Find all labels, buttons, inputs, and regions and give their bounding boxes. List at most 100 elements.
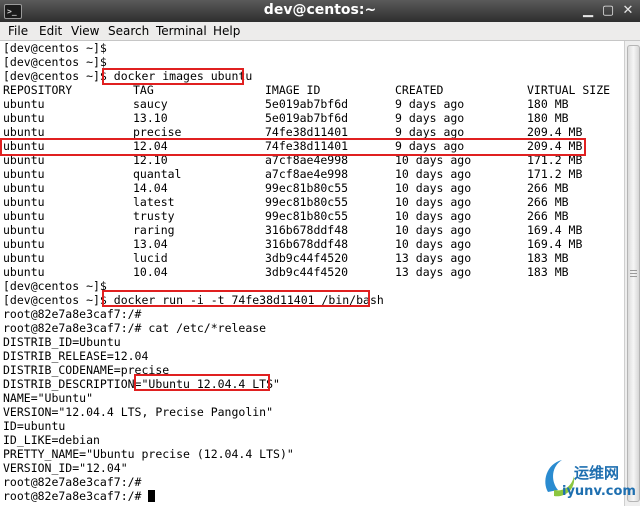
cell-tag: lucid [133, 251, 168, 265]
release-line: NAME="Ubuntu" [3, 391, 94, 405]
cell-created: 10 days ago [395, 181, 472, 195]
cell-image-id: 316b678ddf48 [265, 223, 349, 237]
cell-created: 13 days ago [395, 265, 472, 279]
cell-virtual-size: 180 MB [527, 111, 569, 125]
highlight-box-run-command [102, 290, 370, 307]
cell-repository: ubuntu [3, 181, 45, 195]
cell-virtual-size: 266 MB [527, 209, 569, 223]
cell-repository: ubuntu [3, 209, 45, 223]
window-title: dev@centos:~ [263, 2, 377, 18]
menu-search[interactable]: Search [108, 24, 149, 38]
release-line: VERSION="12.04.4 LTS, Precise Pangolin" [3, 405, 274, 419]
terminal-line: [dev@centos ~]$ [3, 41, 107, 55]
release-line: ID=ubuntu [3, 419, 66, 433]
title-bar[interactable]: >_ dev@centos:~ ▁ ▢ ✕ [0, 0, 640, 22]
cell-repository: ubuntu [3, 251, 45, 265]
menu-help[interactable]: Help [213, 24, 240, 38]
cell-tag: 13.04 [133, 237, 168, 251]
cell-image-id: 74fe38d11401 [265, 125, 349, 139]
menu-terminal[interactable]: Terminal [156, 24, 207, 38]
watermark-logo: 运维网 iyunv.com [540, 456, 638, 504]
command-cat-release: cat /etc/*release [148, 321, 267, 335]
cell-image-id: 5e019ab7bf6d [265, 111, 349, 125]
cell-virtual-size: 183 MB [527, 251, 569, 265]
terminal-output[interactable]: [dev@centos ~]$ [dev@centos ~]$ [dev@cen… [0, 41, 624, 506]
col-image-id: IMAGE ID [265, 83, 321, 97]
distrib-description-key: DISTRIB_DESCRIPTION= [3, 377, 142, 391]
cell-created: 13 days ago [395, 251, 472, 265]
cell-repository: ubuntu [3, 111, 45, 125]
cell-repository: ubuntu [3, 265, 45, 279]
minimize-icon[interactable]: ▁ [580, 3, 596, 19]
cell-created: 9 days ago [395, 97, 465, 111]
cell-image-id: 3db9c44f4520 [265, 251, 349, 265]
root-prompt: root@82e7a8e3caf7:/# [3, 321, 149, 335]
grip-line [630, 273, 637, 274]
cell-virtual-size: 180 MB [527, 97, 569, 111]
menu-file[interactable]: File [8, 24, 28, 38]
col-repository: REPOSITORY [3, 83, 73, 97]
release-line: PRETTY_NAME="Ubuntu precise (12.04.4 LTS… [3, 447, 294, 461]
col-tag: TAG [133, 83, 154, 97]
cell-created: 10 days ago [395, 195, 472, 209]
cell-virtual-size: 169.4 MB [527, 237, 583, 251]
vertical-scrollbar[interactable] [624, 41, 640, 506]
highlight-box-description [134, 374, 270, 391]
cell-repository: ubuntu [3, 125, 45, 139]
col-virtual-size: VIRTUAL SIZE [527, 83, 611, 97]
cell-tag: latest [133, 195, 175, 209]
cell-virtual-size: 266 MB [527, 181, 569, 195]
cell-tag: saucy [133, 97, 168, 111]
maximize-icon[interactable]: ▢ [600, 3, 616, 19]
shell-prompt: [dev@centos ~]$ [3, 293, 114, 307]
cell-tag: 13.10 [133, 111, 168, 125]
terminal-line: root@82e7a8e3caf7:/# [3, 307, 142, 321]
close-icon[interactable]: ✕ [620, 3, 636, 19]
cell-created: 9 days ago [395, 125, 465, 139]
cell-created: 10 days ago [395, 167, 472, 181]
cell-image-id: 316b678ddf48 [265, 237, 349, 251]
cell-virtual-size: 266 MB [527, 195, 569, 209]
cell-tag: raring [133, 223, 175, 237]
cell-repository: ubuntu [3, 223, 45, 237]
grip-line [630, 276, 637, 277]
terminal-line: [dev@centos ~]$ [3, 55, 107, 69]
cell-image-id: 5e019ab7bf6d [265, 97, 349, 111]
menu-edit[interactable]: Edit [39, 24, 62, 38]
cell-image-id: 99ec81b80c55 [265, 181, 349, 195]
cell-created: 10 days ago [395, 237, 472, 251]
cell-tag: precise [133, 125, 182, 139]
cell-virtual-size: 209.4 MB [527, 125, 583, 139]
cell-image-id: 99ec81b80c55 [265, 195, 349, 209]
cell-tag: quantal [133, 167, 182, 181]
terminal-line: [dev@centos ~]$ [3, 279, 107, 293]
cell-image-id: a7cf8ae4e998 [265, 167, 349, 181]
cell-tag: trusty [133, 209, 175, 223]
text-cursor [148, 490, 156, 502]
cell-image-id: 3db9c44f4520 [265, 265, 349, 279]
col-created: CREATED [395, 83, 444, 97]
terminal-line: root@82e7a8e3caf7:/# cat /etc/*release [3, 321, 266, 335]
menu-bar: File Edit View Search Terminal Help [0, 22, 640, 41]
root-prompt: root@82e7a8e3caf7:/# [3, 489, 149, 503]
cell-repository: ubuntu [3, 167, 45, 181]
release-line: VERSION_ID="12.04" [3, 461, 128, 475]
table-header: REPOSITORY TAG IMAGE ID CREATED VIRTUAL … [3, 83, 610, 97]
highlight-box-image-row [0, 138, 586, 156]
cell-virtual-size: 183 MB [527, 265, 569, 279]
cell-image-id: 99ec81b80c55 [265, 209, 349, 223]
menu-view[interactable]: View [71, 24, 99, 38]
cell-repository: ubuntu [3, 97, 45, 111]
cell-repository: ubuntu [3, 237, 45, 251]
release-line: DISTRIB_RELEASE=12.04 [3, 349, 149, 363]
watermark-cn-text: 运维网 [574, 464, 620, 482]
watermark-url: iyunv.com [562, 484, 636, 499]
highlight-box-images-command [102, 68, 244, 85]
cell-repository: ubuntu [3, 195, 45, 209]
scrollbar-thumb[interactable] [627, 45, 640, 502]
cell-created: 10 days ago [395, 209, 472, 223]
terminal-line: root@82e7a8e3caf7:/# [3, 489, 156, 503]
terminal-line: root@82e7a8e3caf7:/# [3, 475, 142, 489]
cell-tag: 14.04 [133, 181, 168, 195]
cell-created: 10 days ago [395, 223, 472, 237]
